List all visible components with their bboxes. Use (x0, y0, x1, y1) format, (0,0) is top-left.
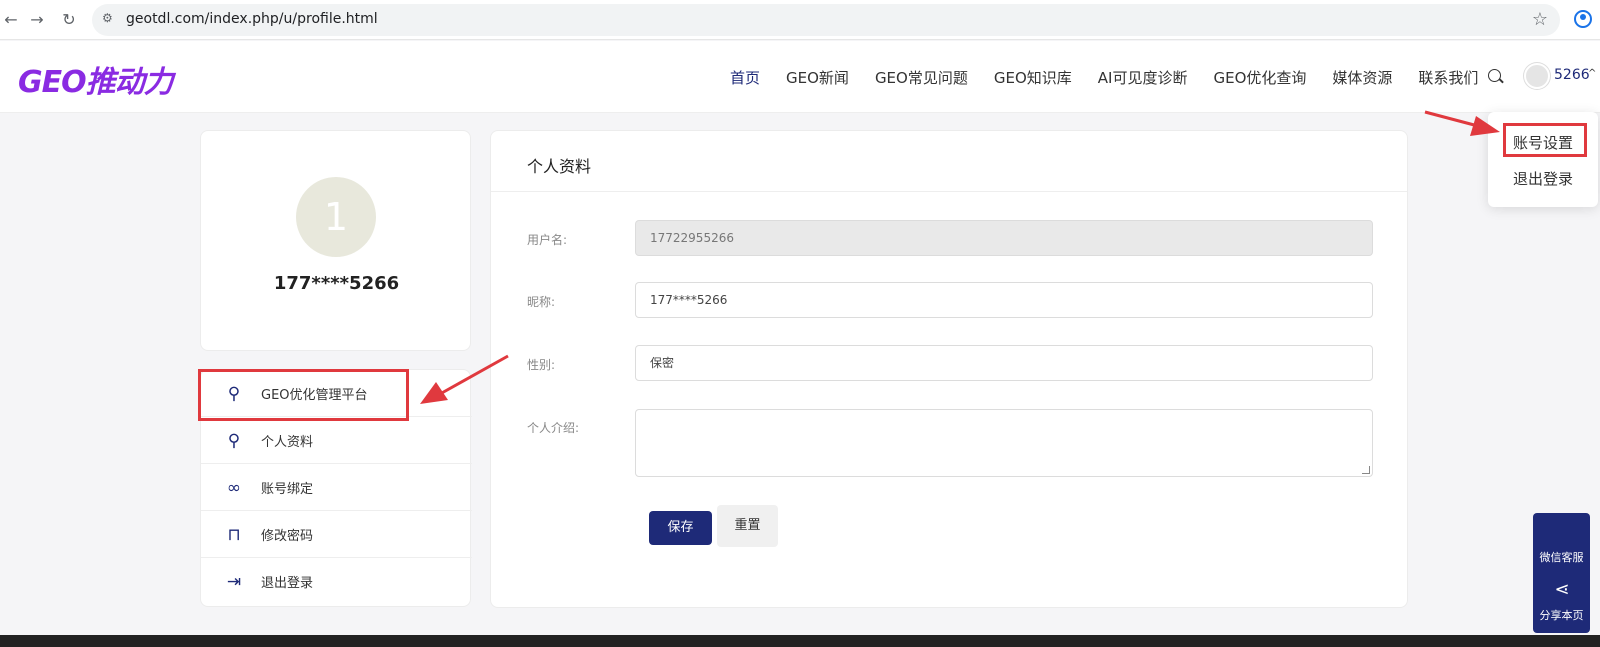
user-card: 1 177****5266 (200, 130, 471, 351)
nav-item-knowledge[interactable]: GEO知识库 (994, 67, 1072, 88)
lock-icon: ⊓ (227, 525, 241, 545)
search-icon[interactable] (1488, 69, 1501, 82)
address-bar[interactable]: ⚙ geotdl.com/index.php/u/profile.html ☆ (92, 4, 1560, 36)
username-label: 用户名: (527, 233, 568, 247)
panel-title: 个人资料 (527, 157, 592, 176)
profile-avatar: 1 (296, 177, 376, 257)
chevron-up-icon[interactable]: ^ (1588, 68, 1596, 79)
nav-item-news[interactable]: GEO新闻 (786, 67, 849, 88)
browser-toolbar: ← → ↻ ⚙ geotdl.com/index.php/u/profile.h… (0, 0, 1600, 40)
dropdown-logout[interactable]: 退出登录 (1488, 168, 1598, 189)
profile-name: 177****5266 (273, 273, 400, 294)
url-text[interactable]: geotdl.com/index.php/u/profile.html (126, 11, 378, 27)
share-icon[interactable]: ⋖ (1551, 579, 1573, 601)
user-icon: ⚲ (227, 431, 241, 451)
nav-item-faq[interactable]: GEO常见问题 (875, 67, 968, 88)
menu-item-profile[interactable]: ⚲ 个人资料 (201, 417, 472, 464)
reset-button[interactable]: 重置 (717, 505, 778, 547)
annotation-highlight-box (198, 369, 409, 421)
site-logo[interactable]: GEO推动力 (18, 57, 174, 101)
profile-panel: 个人资料 用户名: 17722955266 昵称: 177****5266 性别… (490, 130, 1408, 608)
browser-profile-icon[interactable] (1574, 10, 1592, 28)
bookmark-star-icon[interactable]: ☆ (1532, 9, 1548, 30)
back-icon[interactable]: ← (0, 9, 22, 31)
menu-item-label: 账号绑定 (261, 482, 314, 497)
nav-item-home[interactable]: 首页 (730, 67, 760, 88)
footer-strip (0, 635, 1600, 647)
main-nav: 首页 GEO新闻 GEO常见问题 GEO知识库 AI可见度诊断 GEO优化查询 … (730, 41, 1504, 113)
wechat-service-button[interactable]: 微信客服 (1533, 549, 1590, 565)
bio-textarea[interactable] (635, 409, 1373, 477)
floating-service-widget: 微信客服 ⋖ 分享本页 (1533, 513, 1590, 633)
menu-item-label: 个人资料 (261, 435, 314, 450)
nav-item-media[interactable]: 媒体资源 (1332, 67, 1392, 88)
gender-label: 性别: (527, 358, 556, 372)
logout-icon: ⇥ (226, 572, 242, 592)
save-button[interactable]: 保存 (649, 511, 712, 545)
bio-label: 个人介绍: (527, 421, 580, 435)
menu-item-change-password[interactable]: ⊓ 修改密码 (201, 511, 472, 558)
divider (491, 191, 1407, 192)
resize-handle-icon[interactable] (1362, 466, 1370, 474)
nav-item-ai-diagnosis[interactable]: AI可见度诊断 (1098, 67, 1188, 88)
nav-item-contact[interactable]: 联系我们 (1418, 67, 1478, 88)
menu-item-label: 修改密码 (261, 529, 314, 544)
nickname-field[interactable]: 177****5266 (635, 282, 1373, 318)
menu-item-logout[interactable]: ⇥ 退出登录 (201, 558, 472, 605)
link-icon: ∞ (226, 478, 242, 498)
forward-icon[interactable]: → (26, 9, 48, 31)
username-field: 17722955266 (635, 220, 1373, 256)
nav-item-geo-query[interactable]: GEO优化查询 (1213, 67, 1306, 88)
reload-icon[interactable]: ↻ (58, 9, 80, 31)
nickname-label: 昵称: (527, 295, 556, 309)
site-header: GEO推动力 首页 GEO新闻 GEO常见问题 GEO知识库 AI可见度诊断 G… (0, 41, 1600, 113)
annotation-highlight-box (1503, 123, 1587, 157)
user-name[interactable]: 5266 (1554, 67, 1590, 83)
gender-field[interactable]: 保密 (635, 345, 1373, 381)
menu-item-label: 退出登录 (261, 576, 314, 591)
share-page-button[interactable]: 分享本页 (1533, 607, 1590, 623)
user-avatar[interactable] (1524, 63, 1550, 89)
menu-item-account-binding[interactable]: ∞ 账号绑定 (201, 464, 472, 511)
site-settings-icon[interactable]: ⚙ (102, 11, 118, 27)
